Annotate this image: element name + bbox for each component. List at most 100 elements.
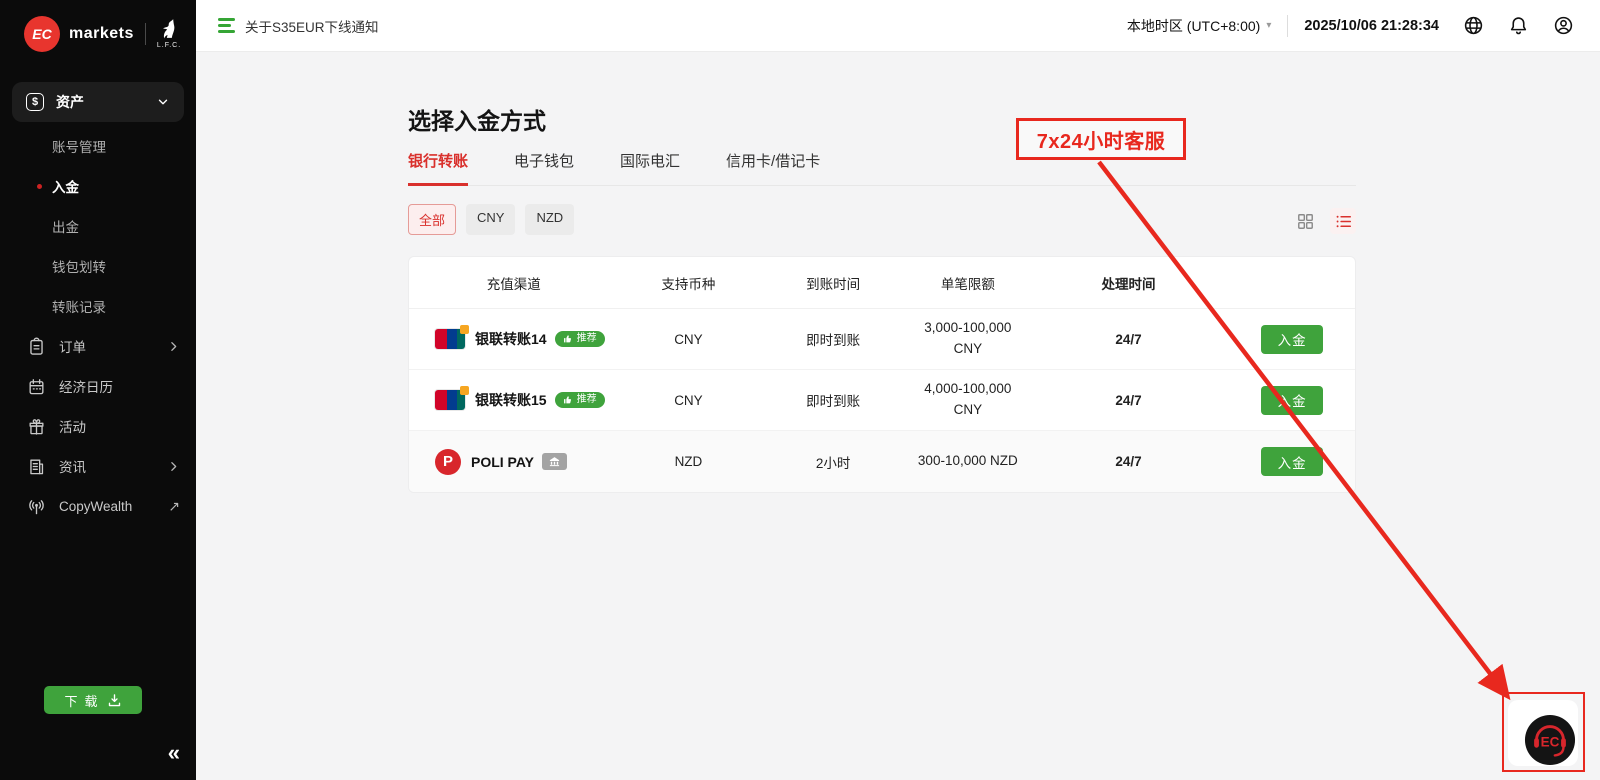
sidebar-item-wallet-transfer[interactable]: 钱包划转 — [0, 246, 196, 286]
hours-cell: 24/7 — [1028, 454, 1230, 469]
gift-icon — [27, 417, 46, 436]
grid-view-icon[interactable] — [1292, 208, 1318, 234]
chat-widget-card: EC — [1508, 700, 1578, 766]
chevron-right-icon — [167, 460, 180, 473]
channel-name: 银联转账15 — [475, 390, 547, 410]
brand-logo: EC markets L.F.C. — [0, 0, 196, 66]
sidebar-item-label: 钱包划转 — [52, 256, 106, 276]
sidebar-item-label: 经济日历 — [59, 376, 113, 396]
broadcast-icon — [27, 497, 46, 516]
header-hours: 处理时间 — [1028, 273, 1230, 293]
channel-name: 银联转账14 — [475, 329, 547, 349]
user-account-icon[interactable] — [1553, 15, 1574, 36]
headset-earpiece-icon — [1534, 738, 1539, 748]
deposit-button[interactable]: 入金 — [1261, 325, 1323, 354]
announcement-menu-icon[interactable] — [218, 18, 235, 33]
deposit-channels-table: 充值渠道 支持币种 到账时间 单笔限额 处理时间 银联转账14 推荐 CNY 即… — [408, 256, 1356, 493]
download-button[interactable]: 下载 — [44, 686, 142, 714]
recommend-badge: 推荐 — [555, 331, 605, 347]
arrival-cell: 即时到账 — [758, 329, 908, 349]
arrival-cell: 即时到账 — [758, 390, 908, 410]
sidebar-item-label: 订单 — [59, 336, 86, 356]
recommend-badge: 推荐 — [555, 392, 605, 408]
sidebar-item-label: CopyWealth — [59, 499, 132, 514]
sidebar-item-label: 活动 — [59, 416, 86, 436]
tab-e-wallet[interactable]: 电子钱包 — [514, 150, 574, 186]
badge-label: 推荐 — [577, 395, 597, 405]
main-content: 选择入金方式 银行转账 电子钱包 国际电汇 信用卡/借记卡 全部 CNY NZD… — [196, 52, 1600, 780]
tab-bank-transfer[interactable]: 银行转账 — [408, 150, 468, 186]
deposit-button[interactable]: 入金 — [1261, 447, 1323, 476]
currency-cell: CNY — [619, 393, 759, 408]
sidebar-item-label: 转账记录 — [52, 296, 106, 316]
timezone-selector[interactable]: 本地时区 (UTC+8:00) ▾ — [1127, 16, 1271, 36]
bank-icon — [549, 456, 560, 467]
filter-cny[interactable]: CNY — [466, 204, 515, 235]
view-toggles — [1292, 208, 1356, 234]
chat-logo-text: EC — [1541, 735, 1560, 750]
sidebar-item-withdraw[interactable]: 出金 — [0, 206, 196, 246]
sidebar-item-account-management[interactable]: 账号管理 — [0, 126, 196, 166]
limit-cell: 3,000-100,000CNY — [908, 318, 1028, 360]
table-header: 充值渠道 支持币种 到账时间 单笔限额 处理时间 — [409, 257, 1355, 309]
deposit-method-tabs: 银行转账 电子钱包 国际电汇 信用卡/借记卡 — [408, 150, 1356, 186]
announcement-link[interactable]: 关于S35EUR下线通知 — [245, 16, 379, 36]
action-cell: 入金 — [1229, 325, 1355, 354]
channel-name: POLI PAY — [471, 454, 534, 470]
list-view-icon[interactable] — [1330, 208, 1356, 234]
active-dot-icon — [37, 184, 42, 189]
unionpay-icon — [435, 390, 465, 410]
action-cell: 入金 — [1229, 386, 1355, 415]
action-cell: 入金 — [1229, 447, 1355, 476]
topbar-divider — [1287, 15, 1288, 37]
sidebar-item-label: 资讯 — [59, 456, 86, 476]
datetime-label: 2025/10/06 21:28:34 — [1304, 18, 1439, 34]
assets-icon: $ — [26, 93, 44, 111]
filter-all[interactable]: 全部 — [408, 204, 456, 235]
sidebar-item-transfer-record[interactable]: 转账记录 — [0, 286, 196, 326]
sidebar-item-copywealth[interactable]: CopyWealth ↗ — [0, 486, 196, 526]
download-label: 下载 — [64, 691, 104, 710]
tab-credit-debit-card[interactable]: 信用卡/借记卡 — [726, 150, 820, 186]
liver-bird-icon — [159, 19, 179, 41]
notification-bell-icon[interactable] — [1508, 15, 1529, 36]
header-limit: 单笔限额 — [908, 273, 1028, 293]
limit-cell: 4,000-100,000CNY — [908, 379, 1028, 421]
language-globe-icon[interactable] — [1463, 15, 1484, 36]
sidebar-item-news[interactable]: 资讯 — [0, 446, 196, 486]
customer-service-chat-button[interactable]: EC — [1524, 714, 1576, 766]
tab-international-wire[interactable]: 国际电汇 — [620, 150, 680, 186]
collapse-sidebar-button[interactable]: « — [168, 742, 180, 764]
hot-corner-icon — [460, 386, 469, 395]
arrival-cell: 2小时 — [758, 452, 908, 472]
deposit-button[interactable]: 入金 — [1261, 386, 1323, 415]
page-title: 选择入金方式 — [408, 102, 546, 136]
topbar: 关于S35EUR下线通知 本地时区 (UTC+8:00) ▾ 2025/10/0… — [196, 0, 1600, 52]
table-row: 银联转账15 推荐 CNY 即时到账 4,000-100,000CNY 24/7… — [409, 370, 1355, 431]
sidebar-group-assets[interactable]: $ 资产 — [12, 82, 184, 122]
table-row: P POLI PAY NZD 2小时 300-10,000 NZD 24/7 入… — [409, 431, 1355, 492]
logo-divider — [145, 23, 146, 45]
caret-down-icon: ▾ — [1266, 20, 1271, 31]
sidebar-item-economic-calendar[interactable]: 经济日历 — [0, 366, 196, 406]
channel-cell: 银联转账14 推荐 — [409, 329, 619, 349]
chevron-right-icon — [167, 340, 180, 353]
lfc-label: L.F.C. — [157, 42, 181, 49]
filter-nzd[interactable]: NZD — [525, 204, 574, 235]
hours-cell: 24/7 — [1028, 393, 1230, 408]
table-row: 银联转账14 推荐 CNY 即时到账 3,000-100,000CNY 24/7… — [409, 309, 1355, 370]
limit-unit: CNY — [908, 400, 1028, 421]
sidebar-item-label: 入金 — [52, 176, 79, 196]
badge-label: 推荐 — [577, 334, 597, 344]
sidebar-item-orders[interactable]: 订单 — [0, 326, 196, 366]
poli-pay-icon: P — [435, 449, 461, 475]
download-icon — [107, 693, 122, 708]
bank-badge — [542, 453, 567, 470]
sidebar-item-deposit[interactable]: 入金 — [0, 166, 196, 206]
ec-logo-icon: EC — [24, 16, 60, 52]
header-currency: 支持币种 — [619, 273, 759, 293]
news-icon — [27, 457, 46, 476]
sidebar-item-label: 账号管理 — [52, 136, 106, 156]
sidebar-item-promotions[interactable]: 活动 — [0, 406, 196, 446]
unionpay-icon — [435, 329, 465, 349]
